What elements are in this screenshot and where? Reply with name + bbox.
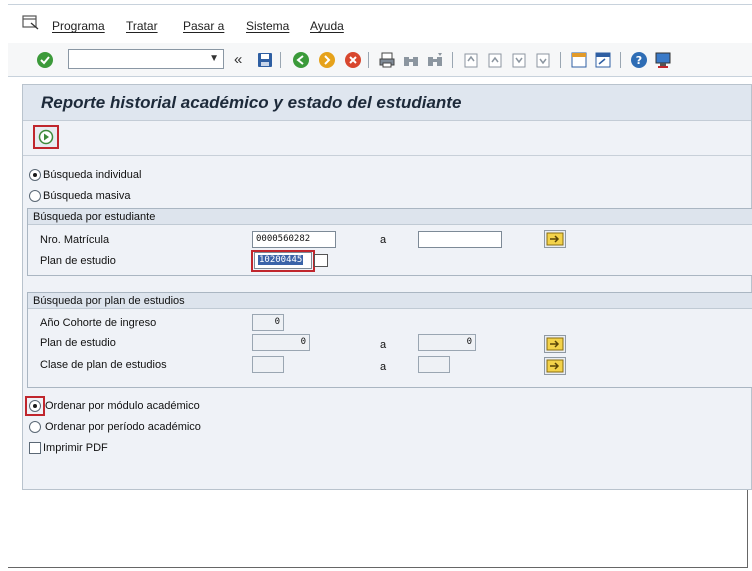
- multiple-selection-button[interactable]: [544, 335, 566, 353]
- print-icon[interactable]: [378, 51, 396, 69]
- class-to-input[interactable]: [418, 356, 450, 373]
- next-page-icon[interactable]: [510, 51, 528, 69]
- title-bar: Reporte historial académico y estado del…: [23, 85, 751, 121]
- individual-search-label: Búsqueda individual: [43, 169, 142, 181]
- customize-layout-icon[interactable]: [654, 51, 672, 69]
- arrow-right-icon: [546, 337, 564, 351]
- back-green-icon[interactable]: [292, 51, 310, 69]
- arrow-right-icon: [546, 232, 564, 246]
- menu-sistema[interactable]: Sistema: [246, 19, 289, 33]
- standard-toolbar: ▼ « ?: [8, 43, 752, 77]
- multiple-selection-button[interactable]: [544, 230, 566, 248]
- shortcut-icon[interactable]: [594, 51, 612, 69]
- multiple-selection-button[interactable]: [544, 357, 566, 375]
- print-pdf-checkbox[interactable]: [29, 442, 41, 454]
- cohort-input[interactable]: 0: [252, 314, 284, 331]
- plan-to-input[interactable]: 0: [418, 334, 476, 351]
- range-to-label: a: [380, 339, 387, 351]
- range-to-label: a: [380, 234, 387, 246]
- new-session-icon[interactable]: [570, 51, 588, 69]
- plan-input[interactable]: 10200445: [254, 252, 312, 269]
- radio-massive-search[interactable]: [29, 190, 41, 202]
- exit-yellow-icon[interactable]: [318, 51, 336, 69]
- find-icon[interactable]: [402, 51, 420, 69]
- menu-bar: Programa Tratar Pasar a Sistema Ayuda: [8, 4, 752, 42]
- first-page-icon[interactable]: [462, 51, 480, 69]
- menu-ayuda[interactable]: Ayuda: [310, 19, 344, 33]
- radio-individual-search[interactable]: [29, 169, 41, 181]
- matricula-label: Nro. Matrícula: [40, 234, 110, 246]
- execute-icon: [38, 129, 54, 145]
- class-label: Clase de plan de estudios: [40, 359, 167, 371]
- range-to-label: a: [380, 361, 387, 373]
- help-icon[interactable]: ?: [630, 51, 648, 69]
- execute-button[interactable]: [33, 125, 59, 149]
- radio-order-module[interactable]: [29, 400, 41, 412]
- class-from-input[interactable]: [252, 356, 284, 373]
- search-help-button[interactable]: [314, 254, 328, 267]
- radio-order-period[interactable]: [29, 421, 41, 433]
- order-period-label: Ordenar por período académico: [45, 421, 201, 433]
- bottom-frame: [8, 490, 748, 568]
- plan-from-input[interactable]: 0: [252, 334, 310, 351]
- matricula-to-input[interactable]: [418, 231, 502, 248]
- prev-page-icon[interactable]: [486, 51, 504, 69]
- plan-label: Plan de estudio: [40, 255, 116, 267]
- menu-tratar[interactable]: Tratar: [126, 19, 158, 33]
- menu-programa[interactable]: Programa: [52, 19, 105, 33]
- last-page-icon[interactable]: [534, 51, 552, 69]
- order-module-label: Ordenar por módulo académico: [45, 400, 200, 412]
- page-title: Reporte historial académico y estado del…: [41, 93, 462, 112]
- arrow-right-icon: [546, 359, 564, 373]
- matricula-from-input[interactable]: 0000560282: [252, 231, 336, 248]
- menu-pasar-a[interactable]: Pasar a: [183, 19, 224, 33]
- find-next-icon[interactable]: [426, 51, 444, 69]
- main-panel: Reporte historial académico y estado del…: [22, 84, 752, 490]
- svg-text:?: ?: [636, 54, 642, 67]
- plan-search-group: Búsqueda por plan de estudios Año Cohort…: [27, 292, 752, 388]
- chevron-down-icon[interactable]: ▼: [209, 53, 219, 64]
- command-field[interactable]: ▼: [68, 49, 224, 69]
- check-icon[interactable]: [36, 51, 54, 69]
- back-arrows-icon[interactable]: «: [234, 51, 242, 68]
- print-pdf-label: Imprimir PDF: [43, 442, 108, 454]
- cohort-label: Año Cohorte de ingreso: [40, 317, 157, 329]
- group-title: Búsqueda por plan de estudios: [33, 295, 185, 307]
- menu-window-icon[interactable]: [22, 15, 40, 31]
- group-title: Búsqueda por estudiante: [33, 211, 156, 223]
- plan-label: Plan de estudio: [40, 337, 116, 349]
- massive-search-label: Búsqueda masiva: [43, 190, 131, 202]
- save-icon[interactable]: [256, 51, 274, 69]
- student-search-group: Búsqueda por estudiante Nro. Matrícula 0…: [27, 208, 752, 276]
- cancel-red-icon[interactable]: [344, 51, 362, 69]
